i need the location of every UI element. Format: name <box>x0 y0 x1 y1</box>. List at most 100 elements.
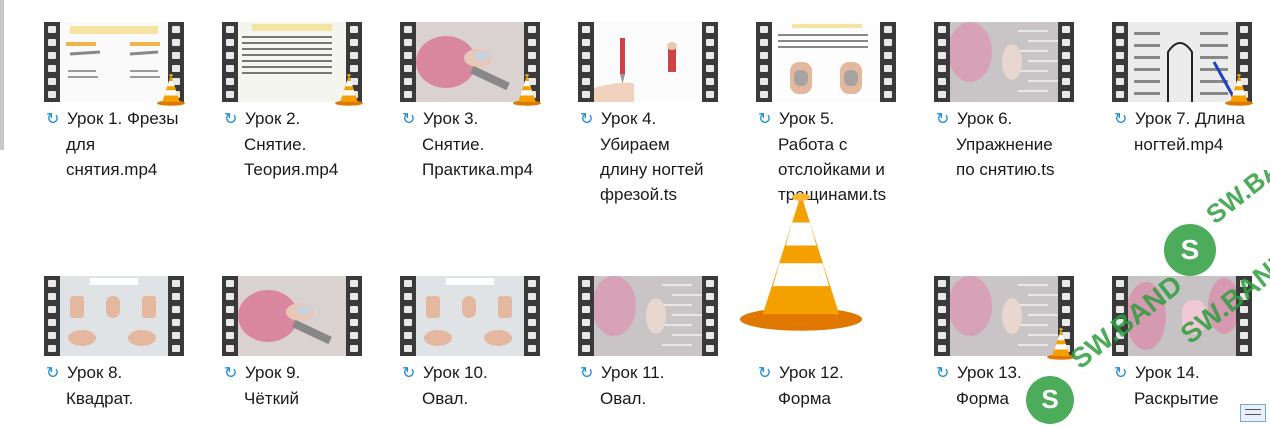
film-strip <box>578 22 594 102</box>
file-name-line: Урок 5. <box>779 109 835 128</box>
vlc-cone-icon <box>334 74 364 106</box>
file-name-line: ногтей.mp4 <box>1134 135 1224 154</box>
film-strip <box>1058 22 1074 102</box>
file-name-line: для <box>66 135 96 154</box>
video-thumbnail <box>934 22 1074 102</box>
file-name-line: Убираем <box>600 135 670 154</box>
file-name-line: длину ногтей <box>600 160 704 179</box>
file-name-line: Практика.mp4 <box>422 160 534 179</box>
sync-icon: ↻ <box>224 365 238 382</box>
film-strip <box>880 22 896 102</box>
film-strip <box>756 22 772 102</box>
file-name-line: отслойками и <box>778 160 885 179</box>
film-strip <box>400 22 416 102</box>
watermark-logo: S S SW.BAND SW.BAND SW.BAND <box>1026 170 1270 424</box>
film-strip <box>346 276 362 356</box>
vlc-cone-icon <box>512 74 542 106</box>
thumbnail-frame <box>238 22 346 102</box>
file-name-line: Урок 2. <box>245 109 301 128</box>
file-name: ↻ Урок 12. Форма <box>758 360 908 411</box>
svg-text:SW.BAND: SW.BAND <box>1065 269 1188 375</box>
file-name-line: Урок 3. <box>423 109 479 128</box>
thumbnail-frame <box>772 22 880 102</box>
film-strip <box>934 22 950 102</box>
thumbnail-frame <box>594 276 702 356</box>
sync-icon: ↻ <box>46 111 60 128</box>
svg-text:S: S <box>1041 384 1058 414</box>
thumbnail-frame <box>238 276 346 356</box>
view-toggle-icon[interactable] <box>1240 404 1266 422</box>
sync-icon: ↻ <box>402 365 416 382</box>
file-name: ↻ Урок 2. Снятие. Теория.mp4 <box>224 106 374 182</box>
thumbnail-frame <box>416 276 524 356</box>
thumbnail-frame <box>1128 22 1236 102</box>
sync-icon: ↻ <box>46 365 60 382</box>
file-name-line: Урок 4. <box>601 109 657 128</box>
left-pane-scroll[interactable] <box>0 0 4 150</box>
file-name: ↻ Урок 3. Снятие. Практика.mp4 <box>402 106 552 182</box>
file-name-line: Урок 10. <box>423 363 488 382</box>
video-thumbnail <box>222 22 363 106</box>
file-name-line: Урок 7. Длина <box>1135 109 1245 128</box>
file-name-line: Урок 8. <box>67 363 123 382</box>
file-name: ↻ Урок 9. Чёткий <box>224 360 374 411</box>
file-name-line: Теория.mp4 <box>244 160 339 179</box>
film-strip <box>222 276 238 356</box>
file-name-line: Форма <box>778 389 831 408</box>
film-strip <box>44 276 60 356</box>
video-thumbnail <box>222 276 362 356</box>
sync-icon: ↻ <box>580 111 594 128</box>
film-strip <box>168 276 184 356</box>
file-name-line: Квадрат. <box>66 389 134 408</box>
file-name-line: Урок 6. <box>957 109 1013 128</box>
film-strip <box>702 276 718 356</box>
thumbnail-frame <box>60 22 168 102</box>
sync-icon: ↻ <box>224 111 238 128</box>
sync-icon: ↻ <box>758 365 772 382</box>
svg-text:S: S <box>1181 234 1200 265</box>
file-name: ↻ Урок 10. Овал. <box>402 360 552 411</box>
file-name: ↻ Урок 1. Фрезы для снятия.mp4 <box>46 106 196 182</box>
vlc-cone-icon <box>1224 74 1254 106</box>
file-name-line: Урок 12. <box>779 363 844 382</box>
sync-icon: ↻ <box>936 111 950 128</box>
film-strip <box>400 276 416 356</box>
thumbnail-frame <box>950 22 1058 102</box>
film-strip <box>578 276 594 356</box>
film-strip <box>44 22 60 102</box>
file-name-line: Чёткий <box>244 389 300 408</box>
film-strip <box>1112 22 1128 102</box>
video-thumbnail <box>44 22 185 106</box>
video-thumbnail <box>756 22 896 102</box>
film-strip <box>524 276 540 356</box>
file-name-line: Снятие. <box>422 135 485 154</box>
film-strip <box>222 22 238 102</box>
file-name-line: Снятие. <box>244 135 307 154</box>
thumbnail-frame <box>60 276 168 356</box>
vlc-cone-icon <box>736 192 866 332</box>
svg-text:SW.BAND: SW.BAND <box>1200 170 1270 230</box>
file-name: ↻ Урок 8. Квадрат. <box>46 360 196 411</box>
vlc-cone-icon <box>156 74 186 106</box>
file-name-line: Урок 11. <box>601 363 665 382</box>
sync-icon: ↻ <box>402 111 416 128</box>
video-thumbnail <box>400 22 541 106</box>
file-name-line: фрезой.ts <box>600 185 678 204</box>
thumbnail-frame <box>594 22 702 102</box>
file-name: ↻ Урок 4. Убираем длину ногтей фрезой.ts <box>580 106 730 207</box>
sync-icon: ↻ <box>758 111 772 128</box>
file-name-line: Работа с <box>778 135 848 154</box>
film-strip <box>702 22 718 102</box>
file-name-line: Овал. <box>422 389 469 408</box>
film-strip <box>934 276 950 356</box>
file-name: ↻ Урок 11. Овал. <box>580 360 730 411</box>
video-thumbnail <box>578 22 718 102</box>
file-name-line: снятия.mp4 <box>66 160 158 179</box>
video-thumbnail <box>44 276 184 356</box>
video-thumbnail <box>578 276 718 356</box>
sync-icon: ↻ <box>1114 111 1128 128</box>
file-name-line: Урок 1. Фрезы <box>67 109 179 128</box>
file-name-line: Упражнение <box>956 135 1053 154</box>
file-name-line: Урок 9. <box>245 363 301 382</box>
video-thumbnail <box>400 276 540 356</box>
